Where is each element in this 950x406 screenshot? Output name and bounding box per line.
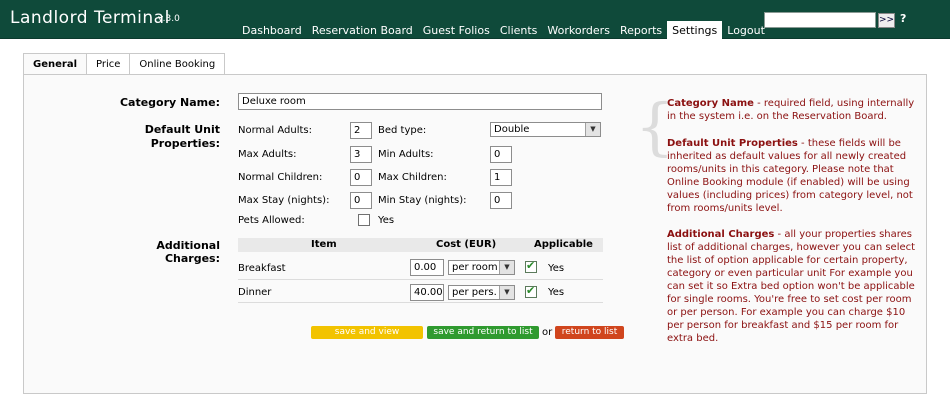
bed-type-value: Double — [494, 124, 530, 135]
max-adults-label: Max Adults: — [238, 149, 297, 160]
charge-item-breakfast: Breakfast — [238, 263, 286, 274]
tab-price[interactable]: Price — [87, 53, 131, 75]
help-default-unit-body: - these fields will be inherited as defa… — [667, 138, 913, 214]
max-children-input[interactable]: 1 — [490, 169, 512, 186]
normal-children-label: Normal Children: — [238, 172, 323, 183]
max-adults-input[interactable]: 3 — [350, 146, 372, 163]
nav-dashboard[interactable]: Dashboard — [237, 21, 307, 39]
help-icon[interactable]: ? — [900, 12, 906, 25]
search-go-button[interactable]: >> — [878, 13, 895, 28]
normal-adults-input[interactable]: 2 — [350, 122, 372, 139]
save-and-view-button[interactable]: save and view — [311, 326, 423, 339]
save-and-return-button[interactable]: save and return to list — [427, 326, 539, 339]
min-adults-input[interactable]: 0 — [490, 146, 512, 163]
min-stay-label: Min Stay (nights): — [378, 195, 467, 206]
tab-general[interactable]: General — [23, 53, 87, 75]
pets-allowed-checkbox[interactable] — [358, 214, 370, 226]
bed-type-label: Bed type: — [378, 125, 427, 136]
charge-item-dinner: Dinner — [238, 287, 272, 298]
return-to-list-button[interactable]: return to list — [555, 326, 624, 339]
max-children-label: Max Children: — [378, 172, 447, 183]
min-adults-label: Min Adults: — [378, 149, 434, 160]
chevron-down-icon: ▼ — [585, 123, 600, 136]
breakfast-cost-input[interactable]: 0.00 — [410, 259, 444, 276]
row-divider — [238, 302, 603, 303]
nav-reports[interactable]: Reports — [615, 21, 667, 39]
dinner-cost-input[interactable]: 40.00 — [410, 284, 444, 301]
breakfast-unit-value: per room — [452, 262, 498, 273]
col-cost: Cost (EUR) — [436, 239, 497, 250]
help-category-name-title: Category Name — [667, 98, 754, 109]
nav-settings[interactable]: Settings — [667, 21, 723, 39]
dinner-applicable-label: Yes — [548, 287, 565, 298]
help-category-name: Category Name - required field, using in… — [667, 97, 917, 123]
nav-logout[interactable]: Logout — [722, 21, 770, 39]
help-additional-charges-body: - all your properties shares list of add… — [667, 229, 916, 344]
tab-online-booking[interactable]: Online Booking — [130, 53, 226, 75]
pets-allowed-label: Pets Allowed: — [238, 215, 305, 226]
col-applicable: Applicable — [534, 239, 593, 250]
additional-charges-label: Additional Charges: — [156, 239, 220, 265]
top-bar: Landlord Terminal v.3.0 Dashboard Reserv… — [0, 0, 950, 39]
help-additional-charges: Additional Charges - all your properties… — [667, 228, 917, 345]
pets-allowed-yes-label: Yes — [378, 215, 395, 226]
nav-guest-folios[interactable]: Guest Folios — [418, 21, 495, 39]
app-logo: Landlord Terminal — [10, 8, 170, 28]
default-unit-label: Default Unit Properties: — [144, 123, 220, 150]
min-stay-input[interactable]: 0 — [490, 192, 512, 209]
breakfast-unit-select[interactable]: per room ▼ — [448, 260, 515, 275]
nav-clients[interactable]: Clients — [495, 21, 543, 39]
dinner-applicable-checkbox[interactable]: ✔ — [525, 284, 537, 298]
normal-adults-label: Normal Adults: — [238, 125, 312, 136]
check-icon: ✔ — [526, 259, 536, 272]
breakfast-applicable-label: Yes — [548, 263, 565, 274]
charges-table-header: Item Cost (EUR) Applicable — [238, 238, 603, 252]
nav-workorders[interactable]: Workorders — [542, 21, 615, 39]
breakfast-applicable-checkbox[interactable]: ✔ — [525, 259, 537, 273]
chevron-down-icon: ▼ — [499, 261, 514, 274]
max-stay-input[interactable]: 0 — [350, 192, 372, 209]
category-name-label: Category Name: — [119, 96, 220, 109]
nav-reservation-board[interactable]: Reservation Board — [307, 21, 418, 39]
row-divider — [238, 279, 603, 280]
col-item: Item — [311, 239, 337, 250]
dinner-unit-select[interactable]: per pers. ▼ — [448, 285, 515, 300]
check-icon: ✔ — [526, 284, 536, 297]
help-additional-charges-title: Additional Charges — [667, 229, 775, 240]
help-default-unit: Default Unit Properties - these fields w… — [667, 137, 917, 215]
max-stay-label: Max Stay (nights): — [238, 195, 330, 206]
settings-tabs: General Price Online Booking — [23, 53, 226, 75]
main-nav: Dashboard Reservation Board Guest Folios… — [237, 21, 770, 39]
help-default-unit-title: Default Unit Properties — [667, 138, 798, 149]
normal-children-input[interactable]: 0 — [350, 169, 372, 186]
app-version: v.3.0 — [158, 14, 180, 24]
or-separator: or — [542, 327, 553, 338]
dinner-unit-value: per pers. — [452, 287, 497, 298]
search-input[interactable] — [764, 12, 876, 28]
chevron-down-icon: ▼ — [499, 286, 514, 299]
bed-type-select[interactable]: Double ▼ — [490, 122, 601, 137]
category-name-input[interactable]: Deluxe room — [238, 93, 602, 110]
